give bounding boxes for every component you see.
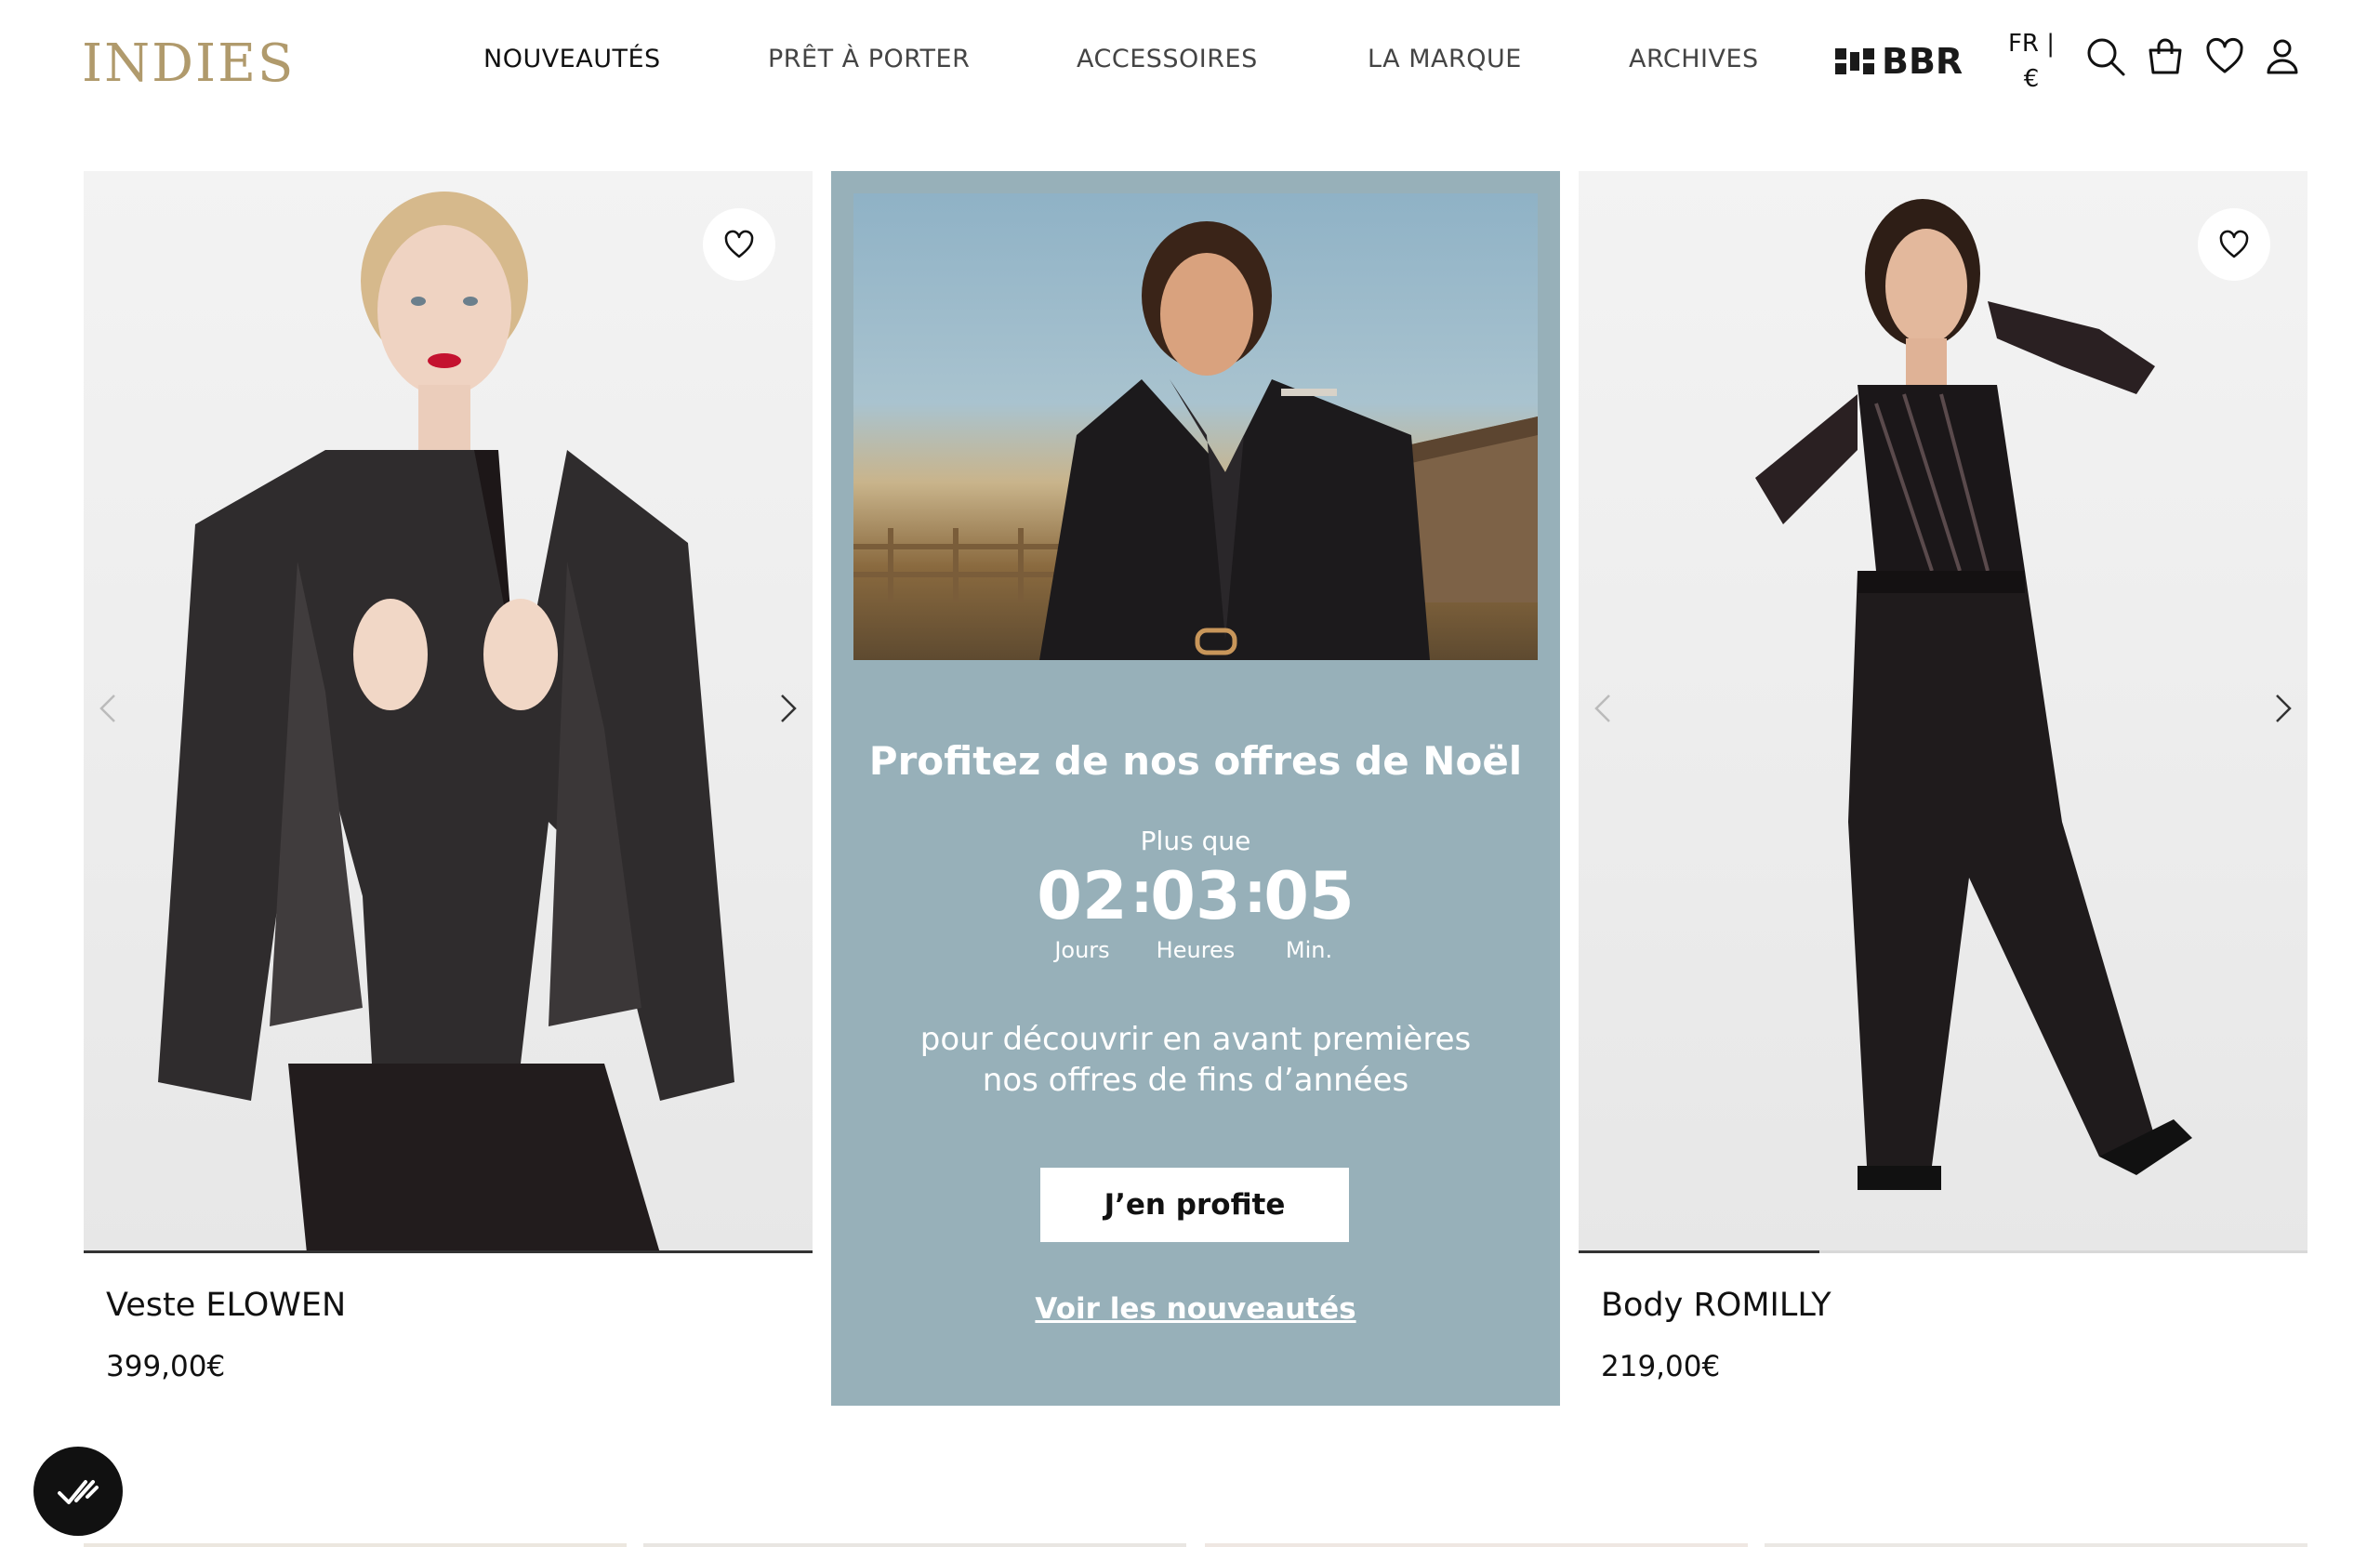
bbr-partner-logo[interactable]: BBR xyxy=(1835,41,1963,82)
countdown-minutes: 05 Min. xyxy=(1261,859,1357,963)
user-icon[interactable] xyxy=(2261,35,2304,78)
image-progress-fill xyxy=(84,1250,813,1253)
christmas-promo-card: Profitez de nos offres de Noël Plus que … xyxy=(831,171,1560,1406)
model-jacket-illustration xyxy=(158,192,734,1253)
site-header: INDIES NOUVEAUTÉS PRÊT À PORTER ACCESSOI… xyxy=(0,0,2380,130)
next-image-button[interactable] xyxy=(2265,681,2302,736)
heart-icon xyxy=(2219,230,2249,258)
nav-item-nouveautes[interactable]: NOUVEAUTÉS xyxy=(483,45,661,73)
product-image[interactable] xyxy=(1579,171,2307,1253)
search-icon[interactable] xyxy=(2084,35,2127,78)
product-image[interactable] xyxy=(84,171,813,1253)
image-progress-track xyxy=(84,1250,813,1253)
countdown-minutes-value: 05 xyxy=(1263,858,1355,934)
wishlist-heart-icon[interactable] xyxy=(2203,35,2246,78)
promo-description-line-1: pour découvrir en avant premières xyxy=(919,1021,1472,1058)
product-card[interactable]: Body ROMILLY 219,00€ xyxy=(1579,171,2307,1383)
countdown-separator: : xyxy=(1244,861,1266,926)
prev-image-button[interactable] xyxy=(89,681,126,736)
consent-badge-button[interactable] xyxy=(33,1447,123,1536)
countdown-hours-value: 03 xyxy=(1150,858,1241,934)
chevron-right-icon xyxy=(781,694,797,722)
language-currency-selector[interactable]: FR | € xyxy=(1999,26,2064,97)
countdown-separator: : xyxy=(1130,861,1153,926)
next-image-button[interactable] xyxy=(770,681,807,736)
heart-icon xyxy=(724,230,754,258)
product-name[interactable]: Body ROMILLY xyxy=(1601,1287,1831,1324)
promo-model-illustration xyxy=(853,221,1538,660)
brand-logo[interactable]: INDIES xyxy=(82,33,295,94)
promo-description-line-2: nos offres de fins d’années xyxy=(982,1062,1409,1099)
product-card[interactable]: Veste ELOWEN 399,00€ xyxy=(84,171,813,1383)
chevron-left-icon xyxy=(99,694,115,722)
countdown-days-label: Jours xyxy=(1054,937,1110,963)
countdown-timer: 02 Jours : 03 Heures : 05 Min. xyxy=(831,859,1560,963)
nav-item-la-marque[interactable]: LA MARQUE xyxy=(1368,45,1522,73)
countdown-hours: 03 Heures xyxy=(1147,859,1244,963)
countdown-days-value: 02 xyxy=(1037,858,1128,934)
add-to-wishlist-button[interactable] xyxy=(703,208,775,281)
product-price: 219,00€ xyxy=(1601,1350,1721,1383)
next-row-product-teaser xyxy=(1765,1543,2307,1547)
add-to-wishlist-button[interactable] xyxy=(2198,208,2270,281)
view-new-arrivals-link[interactable]: Voir les nouveautés xyxy=(831,1292,1560,1326)
product-price: 399,00€ xyxy=(106,1350,226,1383)
product-name[interactable]: Veste ELOWEN xyxy=(106,1287,346,1324)
next-row-product-teaser xyxy=(643,1543,1186,1547)
image-progress-fill xyxy=(1579,1250,1819,1253)
model-body-illustration xyxy=(1755,199,2192,1190)
bbr-label: BBR xyxy=(1882,41,1964,82)
language-label: FR | xyxy=(2007,30,2056,58)
promo-cta-button[interactable]: J’en profite xyxy=(1040,1168,1349,1242)
bag-icon[interactable] xyxy=(2144,35,2187,78)
image-progress-track xyxy=(1579,1250,2307,1253)
promo-title: Profitez de nos offres de Noël xyxy=(868,738,1523,784)
next-row-product-teaser xyxy=(84,1543,627,1547)
nav-item-archives[interactable]: ARCHIVES xyxy=(1629,45,1759,73)
nav-item-accessoires[interactable]: ACCESSOIRES xyxy=(1077,45,1258,73)
bbr-mark-icon xyxy=(1835,48,1874,74)
currency-label: € xyxy=(2023,65,2040,93)
countdown-days: 02 Jours xyxy=(1034,859,1130,963)
chevron-left-icon xyxy=(1594,694,1610,722)
nav-item-pret-a-porter[interactable]: PRÊT À PORTER xyxy=(768,45,970,73)
promo-photo xyxy=(853,193,1538,660)
promo-description: pour découvrir en avant premières nos of… xyxy=(831,1019,1560,1101)
countdown-hours-label: Heures xyxy=(1156,937,1236,963)
chevron-right-icon xyxy=(2276,694,2292,722)
double-check-icon xyxy=(58,1480,99,1504)
prev-image-button[interactable] xyxy=(1584,681,1621,736)
countdown-intro: Plus que xyxy=(1140,826,1251,856)
next-row-product-teaser xyxy=(1205,1543,1748,1547)
countdown-minutes-label: Min. xyxy=(1285,937,1333,963)
